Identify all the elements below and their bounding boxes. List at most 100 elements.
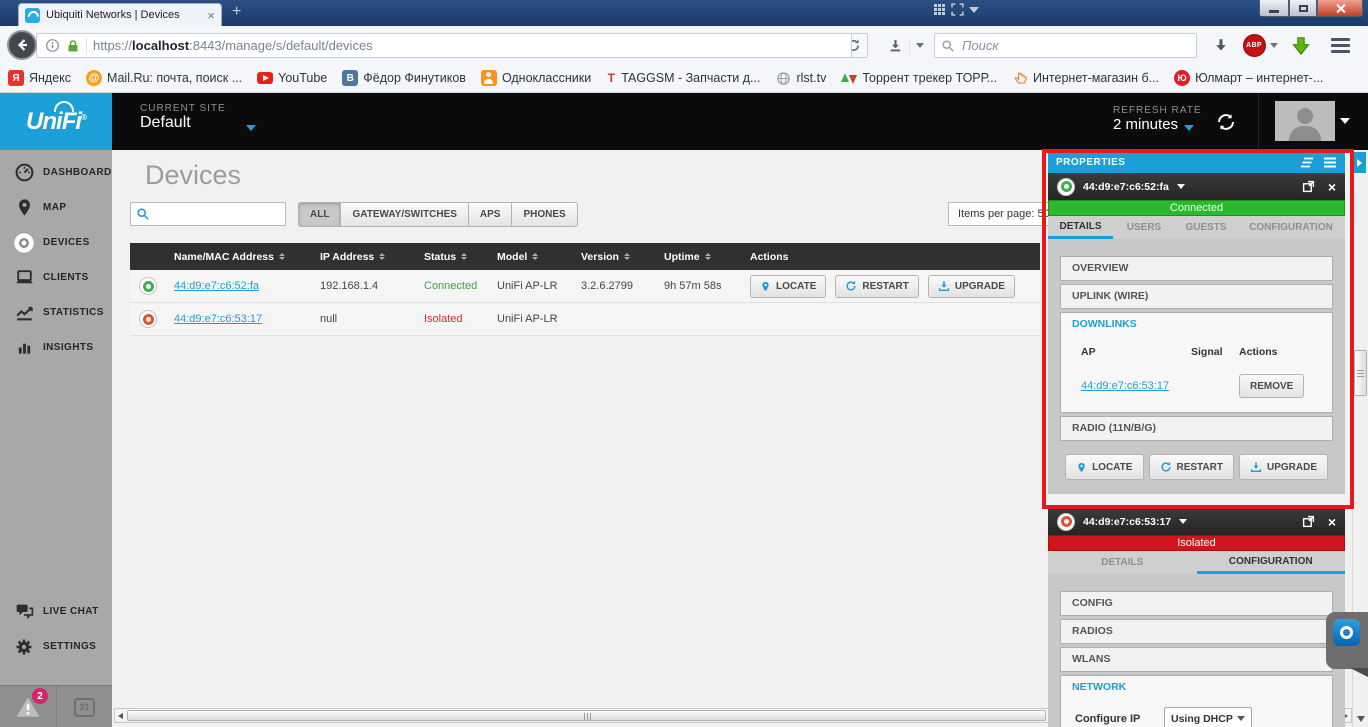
tab-details[interactable]: DETAILS [1048, 216, 1113, 239]
downloads-caret-icon[interactable] [916, 43, 924, 48]
refresh-rate-caret-icon[interactable] [1184, 125, 1194, 131]
locate-button[interactable]: LOCATE [750, 274, 827, 298]
column-header-mac[interactable]: Name/MAC Address [174, 251, 320, 263]
sidebar-item-settings[interactable]: SETTINGS [0, 629, 112, 664]
filter-aps[interactable]: APS [467, 202, 513, 227]
upgrade-button[interactable]: UPGRADE [927, 274, 1015, 298]
sidebar-item-dashboard[interactable]: DASHBOARD [0, 155, 112, 190]
filter-phones[interactable]: PHONES [511, 202, 578, 227]
sidebar-item-devices[interactable]: DEVICES [0, 225, 112, 260]
section-downlinks-header[interactable]: DOWNLINKS [1061, 313, 1332, 338]
maximize-button[interactable] [1289, 0, 1317, 17]
sidebar-item-clients[interactable]: CLIENTS [0, 260, 112, 295]
device-caret-icon[interactable] [1179, 519, 1188, 524]
restart-button[interactable]: RESTART [1148, 454, 1234, 480]
close-panel-icon[interactable]: × [1328, 180, 1336, 194]
section-wlans[interactable]: WLANS [1060, 647, 1333, 672]
device-caret-icon[interactable] [1176, 184, 1185, 189]
bookmark-vk[interactable]: В Фёдор Финутиков [342, 70, 466, 86]
popout-icon[interactable] [1302, 515, 1315, 528]
device-mac-link[interactable]: 44:d9:e7:c6:53:17 [174, 313, 262, 325]
current-site-block[interactable]: CURRENT SITE Default [140, 103, 226, 132]
adblock-button[interactable]: ABP [1240, 33, 1280, 58]
site-caret-icon[interactable] [246, 125, 256, 131]
new-tab-button[interactable]: + [232, 2, 241, 22]
tab-configuration[interactable]: CONFIGURATION [1196, 551, 1345, 574]
teamviewer-dock-handle[interactable] [1326, 612, 1368, 677]
adblock-caret-icon[interactable] [1269, 43, 1278, 48]
chevron-down-icon[interactable] [969, 6, 979, 13]
url-bar[interactable]: https://localhost:8443/manage/s/default/… [36, 33, 852, 58]
bookmark-yandex[interactable]: Я Яндекс [8, 70, 71, 86]
close-window-button[interactable] [1317, 0, 1363, 17]
section-uplink[interactable]: UPLINK (WIRE) [1060, 284, 1333, 309]
sidebar-item-live-chat[interactable]: LIVE CHAT [0, 594, 112, 629]
alerts-button[interactable]: 2 [0, 686, 56, 727]
popout-icon[interactable] [1302, 180, 1315, 193]
grid-icon[interactable] [933, 3, 946, 16]
bookmark-ulmart[interactable]: Ю Юлмарт – интернет-... [1174, 70, 1323, 86]
devices-search-input[interactable] [154, 206, 313, 222]
refresh-icon[interactable] [1214, 110, 1238, 134]
tab-details[interactable]: DETAILS [1048, 551, 1197, 574]
savefrom-button[interactable] [1286, 33, 1316, 58]
avatar[interactable] [1275, 101, 1335, 141]
bookmark-rlst[interactable]: rlst.tv [775, 70, 826, 86]
section-overview[interactable]: OVERVIEW [1060, 256, 1333, 281]
column-header-ip[interactable]: IP Address [320, 251, 424, 263]
scrollbar-thumb[interactable] [127, 710, 1046, 721]
section-network-header[interactable]: NETWORK [1061, 676, 1332, 701]
locate-button[interactable]: LOCATE [1065, 454, 1144, 480]
restart-button[interactable]: RESTART [835, 274, 919, 298]
avatar-caret-icon[interactable] [1340, 118, 1350, 124]
configure-ip-select[interactable]: Using DHCP [1164, 707, 1252, 727]
menu-icon[interactable] [1323, 157, 1337, 168]
expand-icon[interactable] [951, 3, 964, 16]
bookmark-odnoklassniki[interactable]: Одноклассники [480, 70, 591, 86]
sidebar-item-statistics[interactable]: STATISTICS [0, 295, 112, 330]
scroll-down-icon[interactable] [1357, 716, 1365, 722]
info-icon[interactable] [45, 38, 60, 53]
column-header-uptime[interactable]: Uptime [664, 251, 750, 263]
column-header-model[interactable]: Model [497, 251, 581, 263]
scrollbar-thumb[interactable] [1354, 350, 1367, 396]
panel-collapse-arrow[interactable] [1352, 152, 1366, 173]
filter-gateway-switches[interactable]: GATEWAY/SWITCHES [340, 202, 469, 227]
downloads-button[interactable] [884, 33, 928, 58]
browser-search-input[interactable] [960, 37, 1196, 54]
tab-users[interactable]: USERS [1113, 216, 1175, 239]
bookmark-shop[interactable]: Интернет-магазин б... [1012, 70, 1159, 86]
browser-tab[interactable]: Ubiquiti Networks | Devices × [18, 3, 222, 26]
downlink-ap-link[interactable]: 44:d9:e7:c6:53:17 [1081, 380, 1239, 392]
column-header-status[interactable]: Status [424, 251, 497, 263]
remove-button[interactable]: REMOVE [1239, 374, 1305, 398]
minimize-button[interactable] [1259, 0, 1289, 17]
section-config[interactable]: CONFIG [1060, 591, 1333, 616]
section-radio[interactable]: RADIO (11N/B/G) [1060, 416, 1333, 441]
download-arrow-button[interactable] [1206, 33, 1236, 58]
close-panel-icon[interactable]: × [1328, 515, 1336, 529]
device-header[interactable]: 44:d9:e7:c6:53:17 × [1048, 508, 1345, 535]
bookmark-youtube[interactable]: YouTube [257, 71, 327, 85]
scroll-left-icon[interactable] [118, 713, 123, 719]
filter-all[interactable]: ALL [298, 202, 342, 227]
sidebar-item-insights[interactable]: INSIGHTS [0, 330, 112, 365]
events-button[interactable]: 31 [56, 686, 112, 727]
search-bar[interactable] [934, 33, 1197, 58]
devices-search-box[interactable] [130, 202, 313, 226]
device-header[interactable]: 44:d9:e7:c6:52:fa × [1048, 173, 1345, 200]
bookmark-torrent[interactable]: Торрент трекер ТОРР... [841, 70, 997, 86]
lock-icon[interactable] [66, 39, 80, 53]
items-per-page[interactable]: Items per page: 50 [948, 202, 1060, 226]
device-mac-link[interactable]: 44:d9:e7:c6:52:fa [174, 280, 259, 292]
collapse-all-icon[interactable] [1300, 157, 1314, 168]
section-radios[interactable]: RADIOS [1060, 619, 1333, 644]
tab-guests[interactable]: GUESTS [1175, 216, 1237, 239]
back-button[interactable] [7, 30, 37, 60]
bookmark-taggsm[interactable]: T TAGGSM - Запчасти д... [606, 70, 761, 86]
tab-close-icon[interactable]: × [207, 9, 215, 22]
upgrade-button[interactable]: UPGRADE [1238, 454, 1328, 480]
column-header-version[interactable]: Version [581, 251, 664, 263]
sidebar-item-map[interactable]: MAP [0, 190, 112, 225]
menu-button[interactable] [1324, 33, 1356, 58]
